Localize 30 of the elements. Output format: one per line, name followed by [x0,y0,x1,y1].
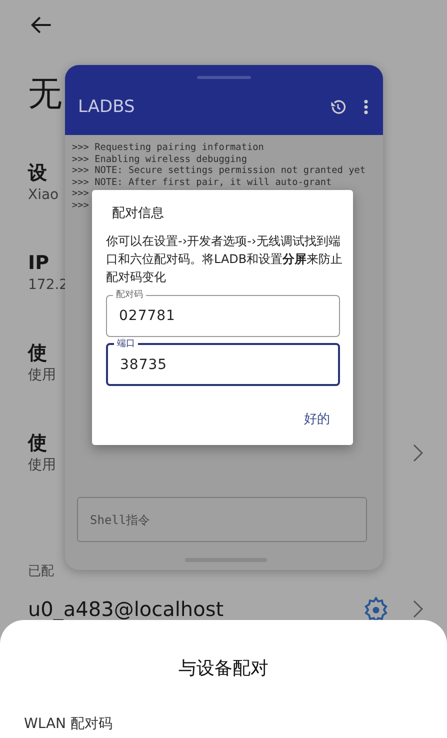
app-title: LADBS [78,97,136,117]
sheet-title: 与设备配对 [178,657,268,680]
console-line: >>> NOTE: After first pair, it will auto-grant [72,176,332,188]
section-label: 已配 [28,563,54,580]
setting-value: 使用 [28,456,56,475]
setting-heading: 使 [28,341,47,365]
console-line: >>> Enabling wireless debugging [72,154,247,166]
setting-heading: 使 [28,431,47,455]
setting-heading: 设 [28,161,47,185]
chevron-right-icon[interactable] [413,600,423,618]
gear-icon[interactable] [363,596,389,622]
history-icon[interactable] [329,98,347,116]
console-line: >>> Requesting pairing information [72,142,264,154]
console-line: >>> [72,200,89,212]
setting-heading: IP [28,251,49,275]
more-menu-icon[interactable] [363,99,369,115]
setting-value: 使用 [28,366,56,385]
input-field[interactable]: 端口 38735 [106,339,340,386]
console-line: >>> [72,188,89,200]
chevron-right-icon[interactable] [413,444,423,462]
command-field[interactable]: Shell指令 [77,497,367,542]
setting-value: Xiao [28,186,59,205]
console-line: >>> NOTE: Secure settings permission not granted yet [72,165,366,177]
device-name[interactable]: u0_a483@localhost [28,597,224,621]
dialog-title: 配对信息 [112,205,164,222]
drag-handle[interactable] [197,76,251,79]
page-title: 无 [28,74,62,114]
dialog-message: 你可以在设置-›开发者选项-›无线调试找到端口和六位配对码。将LADB和设置分屏来防止配对码变化 [106,233,344,286]
sheet-subtitle: WLAN 配对码 [24,715,112,733]
input-field[interactable]: 配对码 027781 [106,290,340,337]
